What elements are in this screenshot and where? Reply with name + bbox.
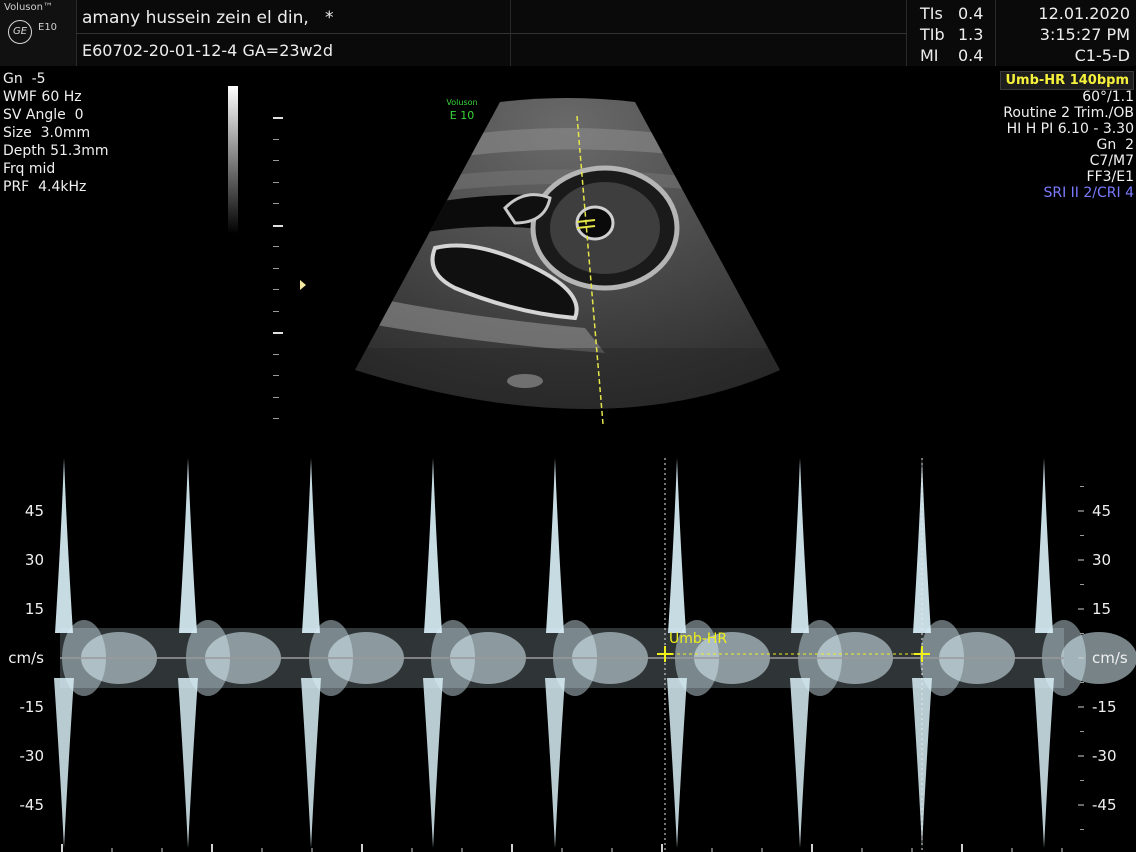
depth-tick (273, 182, 279, 183)
axis-label-left: -45 (20, 796, 45, 814)
cardiac-cycle (423, 458, 526, 848)
param-sri: SRI II 2/CRI 4 (1043, 185, 1134, 201)
tis-label: TIs (920, 4, 943, 23)
mi-value: 0.4 (958, 46, 984, 65)
param-prf: PRF 4.4kHz (3, 179, 87, 195)
tib-label: TIb (920, 25, 945, 44)
depth-tick (273, 354, 279, 355)
axis-label-right: -30 (1092, 747, 1117, 765)
sector-brand-model: E 10 (450, 109, 474, 122)
axis-label-left: 15 (25, 600, 44, 618)
depth-tick (273, 117, 283, 119)
spectral-waveform (54, 458, 1136, 848)
depth-tick (273, 160, 279, 161)
param-cm: C7/M7 (1089, 153, 1134, 169)
axis-label-left: cm/s (8, 649, 44, 667)
patient-id: E60702-20-01-12-4 GA=23w2d (82, 41, 333, 60)
depth-tick (273, 268, 279, 269)
depth-tick (273, 332, 283, 334)
cardiac-cycle (545, 458, 648, 848)
param-hi: HI H PI 6.10 - 3.30 (1006, 121, 1134, 137)
velocity-axis-left: 45 30 15 cm/s -15 -30 -45 (8, 502, 44, 814)
cardiac-cycle (178, 458, 281, 848)
exam-time: 3:15:27 PM (1039, 25, 1130, 44)
brand-name: Voluson™ (4, 2, 53, 13)
time-axis-ticks (61, 844, 1063, 852)
measure-label: Umb-HR (669, 631, 727, 647)
depth-tick (273, 289, 279, 290)
param-preset: Routine 2 Trim./OB (1003, 105, 1134, 121)
param-gain: Gn -5 (3, 71, 46, 87)
model-name: E10 (38, 22, 58, 33)
left-parameter-panel: Gn -5 WMF 60 Hz SV Angle 0 Size 3.0mm De… (3, 70, 109, 196)
tib-value: 1.3 (958, 25, 984, 44)
axis-label-left: -30 (20, 747, 45, 765)
axis-label-left: 30 (25, 551, 44, 569)
axis-label-right: -15 (1092, 698, 1117, 716)
depth-tick (273, 311, 279, 312)
brand-box: Voluson™ GE E10 (0, 0, 77, 66)
depth-tick (273, 246, 279, 247)
probe-name: C1-5-D (1074, 46, 1130, 65)
depth-tick (273, 418, 279, 419)
exam-date: 12.01.2020 (1038, 4, 1130, 23)
depth-tick (273, 139, 279, 140)
header-divider (76, 33, 906, 34)
header-bar: Voluson™ GE E10 amany hussein zein el di… (0, 0, 1136, 66)
focus-marker-icon[interactable] (300, 280, 306, 290)
param-ff: FF3/E1 (1086, 169, 1134, 185)
param-size: Size 3.0mm (3, 125, 91, 141)
param-depth: Depth 51.3mm (3, 143, 109, 159)
depth-tick (273, 375, 279, 376)
param-wmf: WMF 60 Hz (3, 89, 82, 105)
bmode-image[interactable]: Voluson E 10 (355, 98, 780, 428)
cardiac-cycle (667, 458, 770, 848)
grayscale-bar (228, 86, 238, 234)
axis-label-right: cm/s (1092, 649, 1128, 667)
cardiac-cycle (54, 458, 157, 848)
umb-hr-badge: Umb-HR 140bpm (1000, 71, 1134, 90)
axis-label-left: -15 (20, 698, 45, 716)
sector-brand-name: Voluson (446, 98, 477, 107)
axis-label-right: 15 (1092, 600, 1111, 618)
param-sv-angle: SV Angle 0 (3, 107, 84, 123)
param-angle: 60°/1.1 (1082, 89, 1134, 105)
cardiac-cycle (790, 458, 893, 848)
axis-label-right: -45 (1092, 796, 1117, 814)
param-gain-right: Gn 2 (1096, 137, 1134, 153)
header-divider-v (995, 0, 997, 66)
ge-logo-icon: GE (8, 20, 32, 44)
right-parameter-panel: Umb-HR 140bpm 60°/1.1 Routine 2 Trim./OB… (1000, 69, 1134, 201)
depth-tick (273, 203, 279, 204)
axis-label-left: 45 (25, 502, 44, 520)
header-divider-v (906, 0, 908, 66)
axis-label-right: 30 (1092, 551, 1111, 569)
depth-tick (273, 225, 283, 227)
doppler-spectrum[interactable]: Umb-HR 45 30 15 cm/s -15 -30 -45 45 30 15 cm/s -15… (0, 458, 1136, 852)
tis-value: 0.4 (958, 4, 984, 23)
axis-label-right: 45 (1092, 502, 1111, 520)
mi-label: MI (920, 46, 939, 65)
param-frequency: Frq mid (3, 161, 56, 177)
depth-tick (273, 397, 279, 398)
cardiac-cycle (301, 458, 404, 848)
header-divider-v (510, 0, 512, 66)
patient-name: amany hussein zein el din, * (82, 8, 334, 28)
